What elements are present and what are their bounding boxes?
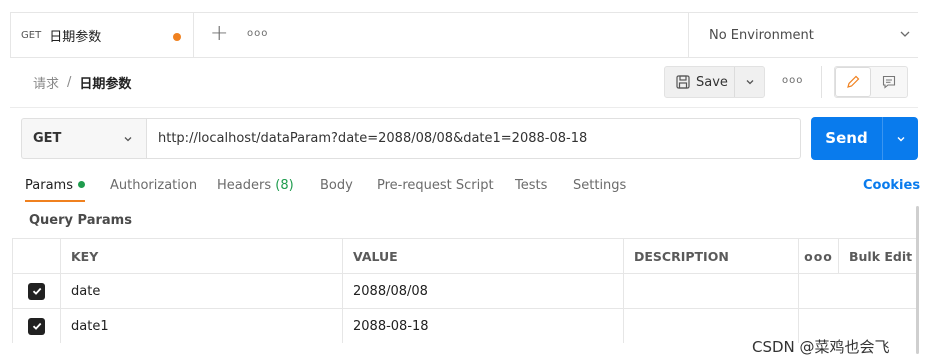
breadcrumb: 请求 / 日期参数 xyxy=(33,73,131,92)
tab-body[interactable]: Body xyxy=(320,178,353,193)
divider xyxy=(821,66,822,98)
param-key-cell[interactable]: date xyxy=(60,274,342,308)
more-tabs-icon[interactable]: ooo xyxy=(247,28,268,39)
tab-headers-label: Headers xyxy=(217,178,272,193)
row-spacer-cell xyxy=(838,274,918,308)
tab-bar: GET 日期参数 + ooo No Environment xyxy=(10,12,918,58)
column-options-icon[interactable]: ooo xyxy=(798,239,838,273)
param-key-cell[interactable]: date1 xyxy=(60,309,342,343)
comment-icon xyxy=(882,75,896,89)
bulk-edit-button[interactable]: Bulk Edit xyxy=(838,239,918,273)
active-tab-indicator xyxy=(25,200,85,202)
tab-settings[interactable]: Settings xyxy=(573,178,626,193)
breadcrumb-current[interactable]: 日期参数 xyxy=(79,73,131,92)
pencil-icon xyxy=(847,75,860,88)
request-tab[interactable]: GET 日期参数 xyxy=(10,13,194,58)
save-button-group: Save xyxy=(664,66,765,98)
column-header-description: DESCRIPTION xyxy=(623,239,798,273)
checkmark-icon xyxy=(32,287,41,295)
url-input[interactable]: http://localhost/dataParam?date=2088/08/… xyxy=(146,118,801,159)
tab-authorization[interactable]: Authorization xyxy=(110,178,197,193)
breadcrumb-separator: / xyxy=(67,75,72,90)
view-toggle xyxy=(834,66,908,98)
tab-params[interactable]: Params xyxy=(25,178,85,193)
divider xyxy=(10,107,918,108)
table-row: date 2088/08/08 xyxy=(12,273,918,308)
param-value-cell[interactable]: 2088/08/08 xyxy=(342,274,623,308)
method-select[interactable]: GET xyxy=(21,118,146,159)
vertical-scrollbar[interactable] xyxy=(916,206,919,354)
param-value-cell[interactable]: 2088-08-18 xyxy=(342,309,623,343)
row-checkbox[interactable] xyxy=(28,282,45,300)
query-params-title: Query Params xyxy=(29,213,132,228)
more-actions-icon[interactable]: ooo xyxy=(782,75,803,86)
environment-select[interactable]: No Environment xyxy=(688,13,918,58)
chevron-down-icon xyxy=(900,31,910,37)
environment-label: No Environment xyxy=(709,28,814,43)
watermark: CSDN @菜鸡也会飞 xyxy=(752,338,890,356)
send-button[interactable]: Send xyxy=(811,117,883,160)
unsaved-dot-icon xyxy=(173,33,181,41)
new-tab-plus-icon[interactable]: + xyxy=(210,22,228,46)
save-button[interactable]: Save xyxy=(665,67,735,97)
send-button-group: Send xyxy=(811,117,918,160)
tab-method: GET xyxy=(21,30,42,41)
tab-params-label: Params xyxy=(25,178,73,193)
params-active-dot-icon xyxy=(77,181,85,188)
cookies-link[interactable]: Cookies xyxy=(863,178,920,193)
row-checkbox-cell xyxy=(12,274,60,308)
url-text: http://localhost/dataParam?date=2088/08/… xyxy=(158,131,588,146)
tab-pre-request-script[interactable]: Pre-request Script xyxy=(377,178,494,193)
param-description-cell[interactable] xyxy=(623,274,798,308)
tab-tests[interactable]: Tests xyxy=(515,178,547,193)
row-checkbox-cell xyxy=(12,309,60,343)
column-header-value: VALUE xyxy=(342,239,623,273)
header-checkbox-cell xyxy=(12,239,60,273)
save-label: Save xyxy=(696,74,728,90)
breadcrumb-parent[interactable]: 请求 xyxy=(33,73,59,92)
chevron-down-icon xyxy=(746,80,753,85)
send-options-button[interactable] xyxy=(883,133,918,145)
comments-button[interactable] xyxy=(871,67,907,97)
table-header-row: KEY VALUE DESCRIPTION ooo Bulk Edit xyxy=(12,238,918,273)
save-icon xyxy=(676,75,690,89)
chevron-down-icon xyxy=(897,136,904,141)
checkmark-icon xyxy=(32,322,41,330)
tab-name: 日期参数 xyxy=(49,30,102,45)
save-options-button[interactable] xyxy=(735,76,764,88)
tab-headers[interactable]: Headers (8) xyxy=(217,178,294,193)
row-spacer-cell xyxy=(798,274,838,308)
chevron-down-icon xyxy=(124,137,132,142)
column-header-key: KEY xyxy=(60,239,342,273)
headers-count: (8) xyxy=(275,178,294,193)
row-checkbox[interactable] xyxy=(28,317,45,335)
edit-button[interactable] xyxy=(835,67,872,97)
method-label: GET xyxy=(33,131,62,146)
